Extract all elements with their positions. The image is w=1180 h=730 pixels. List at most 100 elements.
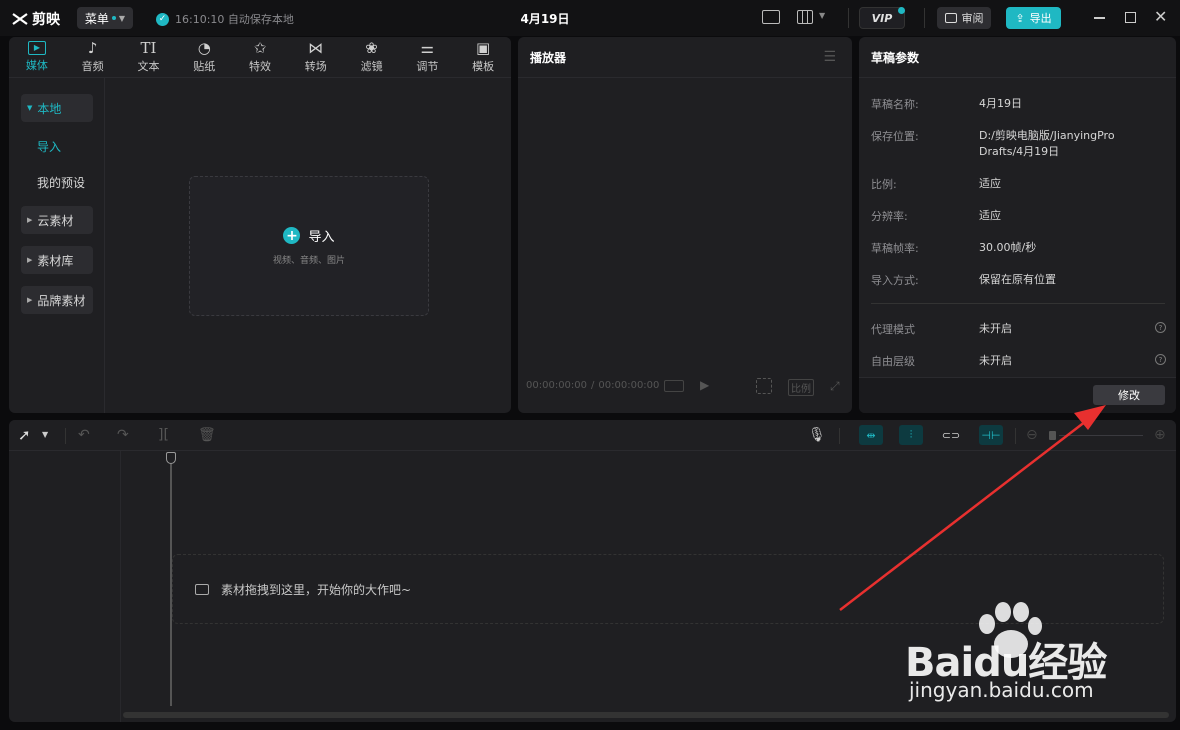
tab-sticker[interactable]: ◔ 贴纸	[176, 37, 232, 77]
close-button[interactable]: ✕	[1154, 7, 1167, 26]
delete-icon[interactable]: 🗑	[198, 427, 216, 443]
layout-icon[interactable]	[797, 10, 813, 24]
adjust-icon: ⚌	[420, 39, 435, 57]
divider	[65, 428, 66, 444]
tab-audio[interactable]: ♪ 音频	[65, 37, 121, 77]
main-track-magnet-toggle[interactable]: ⇹	[859, 425, 883, 445]
project-title: 4月19日	[520, 12, 570, 26]
tab-media[interactable]: ▶ 媒体	[9, 37, 65, 77]
param-label: 草稿名称:	[871, 98, 919, 111]
expand-icon[interactable]: ⤢	[830, 379, 840, 394]
divider	[1015, 428, 1016, 444]
sticker-icon: ◔	[197, 39, 211, 57]
watermark-url: jingyan.baidu.com	[909, 678, 1094, 702]
maximize-button[interactable]	[1125, 12, 1136, 23]
tab-effects[interactable]: ✩ 特效	[232, 37, 288, 77]
layout-dropdown-icon[interactable]: ▼	[819, 11, 825, 20]
sidebar-item-label: 云素材	[37, 213, 74, 228]
param-row-ratio: 比例: 适应	[871, 176, 1166, 192]
zoom-slider-track[interactable]	[1059, 435, 1143, 436]
review-button[interactable]: 审阅	[937, 7, 991, 29]
param-value: 未开启	[979, 322, 1012, 335]
export-button[interactable]: ⇪ 导出	[1006, 7, 1061, 29]
tab-label: 调节	[416, 60, 439, 73]
track-header-column	[9, 451, 121, 722]
redo-icon[interactable]: ↷	[117, 427, 129, 443]
zoom-in-icon[interactable]: ⊕	[1154, 427, 1166, 443]
template-icon: ▣	[476, 39, 491, 57]
tab-label: 文本	[137, 60, 160, 73]
minimize-button[interactable]	[1094, 17, 1105, 19]
param-value: 4月19日	[979, 97, 1022, 110]
waveform-icon[interactable]	[664, 380, 684, 392]
media-sidebar: ▼ 本地 导入 我的预设 ▶ 云素材 ▶ 素材库 ▶ 品牌素材	[9, 78, 105, 413]
split-icon[interactable]: ][	[158, 427, 169, 443]
param-value: 30.00帧/秒	[979, 241, 1037, 254]
sidebar-item-brand[interactable]: ▶ 品牌素材	[21, 286, 93, 314]
caret-right-icon: ▶	[27, 256, 33, 264]
param-label: 代理模式	[871, 323, 915, 336]
param-row-import-mode: 导入方式: 保留在原有位置	[871, 272, 1166, 288]
param-label: 保存位置:	[871, 130, 919, 143]
tab-filter[interactable]: ❀ 滤镜	[344, 37, 400, 77]
caret-down-icon: ▼	[27, 104, 33, 112]
player-timecode: 00:00:00:00 / 00:00:00:00	[526, 380, 659, 391]
divider	[924, 8, 925, 28]
play-button[interactable]: ▶	[700, 378, 709, 392]
import-dropzone[interactable]: + 导入 视频、音频、图片	[189, 176, 429, 316]
import-hint: 视频、音频、图片	[272, 256, 345, 266]
param-row-framerate: 草稿帧率: 30.00帧/秒	[871, 240, 1166, 256]
sidebar-item-label: 我的预设	[37, 175, 86, 190]
param-value: 保留在原有位置	[979, 273, 1056, 286]
filter-icon: ❀	[365, 39, 378, 57]
effects-icon: ✩	[253, 39, 267, 57]
import-label: 导入	[308, 230, 335, 245]
help-icon[interactable]: ?	[1155, 354, 1166, 365]
sidebar-item-label: 导入	[37, 139, 62, 154]
auto-snap-toggle[interactable]: ⫶	[899, 425, 923, 445]
undo-icon[interactable]: ↶	[78, 427, 90, 443]
baidu-watermark: Baidu经验 jingyan.baidu.com	[905, 600, 1175, 710]
draft-params-panel: 草稿参数 草稿名称: 4月19日 保存位置: D:/剪映电脑版/JianyingPr…	[859, 37, 1176, 413]
zoom-out-icon[interactable]: ⊖	[1026, 427, 1038, 443]
preview-axis-toggle[interactable]: ⊣⊢	[979, 425, 1003, 445]
tab-text[interactable]: TI 文本	[121, 37, 177, 77]
param-value: 未开启	[979, 354, 1012, 367]
sidebar-item-import[interactable]: 导入	[21, 132, 93, 160]
horizontal-scrollbar[interactable]	[123, 712, 1169, 718]
chevron-down-icon[interactable]: ▼	[42, 430, 48, 439]
player-header: 播放器 ☰	[518, 37, 852, 78]
sidebar-item-presets[interactable]: 我的预设	[21, 168, 93, 196]
sidebar-item-label: 本地	[37, 101, 62, 116]
tab-label: 特效	[249, 60, 272, 73]
tab-label: 转场	[304, 60, 327, 73]
sidebar-item-cloud[interactable]: ▶ 云素材	[21, 206, 93, 234]
microphone-icon[interactable]: 🎙	[808, 427, 826, 443]
param-value: D:/剪映电脑版/JianyingPro Drafts/4月19日	[979, 129, 1115, 158]
param-value: 适应	[979, 177, 1001, 190]
sidebar-item-local[interactable]: ▼ 本地	[21, 94, 93, 122]
link-icon[interactable]: ⊂⊃	[939, 425, 963, 445]
time-separator: /	[591, 380, 595, 391]
tab-label: 贴纸	[193, 60, 216, 73]
help-icon[interactable]: ?	[1155, 322, 1166, 333]
tab-template[interactable]: ▣ 模板	[455, 37, 511, 77]
param-label: 自由层级	[871, 355, 915, 368]
select-cursor-icon[interactable]: ➚	[18, 426, 31, 444]
player-title: 播放器	[530, 50, 567, 65]
sidebar-item-library[interactable]: ▶ 素材库	[21, 246, 93, 274]
review-icon	[944, 13, 957, 23]
caret-right-icon: ▶	[27, 296, 33, 304]
time-total: 00:00:00:00	[598, 380, 660, 391]
param-label: 导入方式:	[871, 274, 919, 287]
audio-icon: ♪	[87, 39, 98, 57]
keyboard-icon[interactable]	[762, 10, 780, 24]
tab-transition[interactable]: ⋈ 转场	[288, 37, 344, 77]
ratio-button[interactable]: 比例	[788, 379, 814, 396]
zoom-slider-handle[interactable]	[1049, 431, 1056, 440]
modify-button[interactable]: 修改	[1093, 385, 1165, 405]
tab-adjust[interactable]: ⚌ 调节	[399, 37, 455, 77]
hamburger-menu-icon[interactable]: ☰	[823, 49, 836, 65]
playhead-handle[interactable]	[166, 452, 176, 464]
fullscreen-capture-icon[interactable]	[756, 378, 772, 394]
